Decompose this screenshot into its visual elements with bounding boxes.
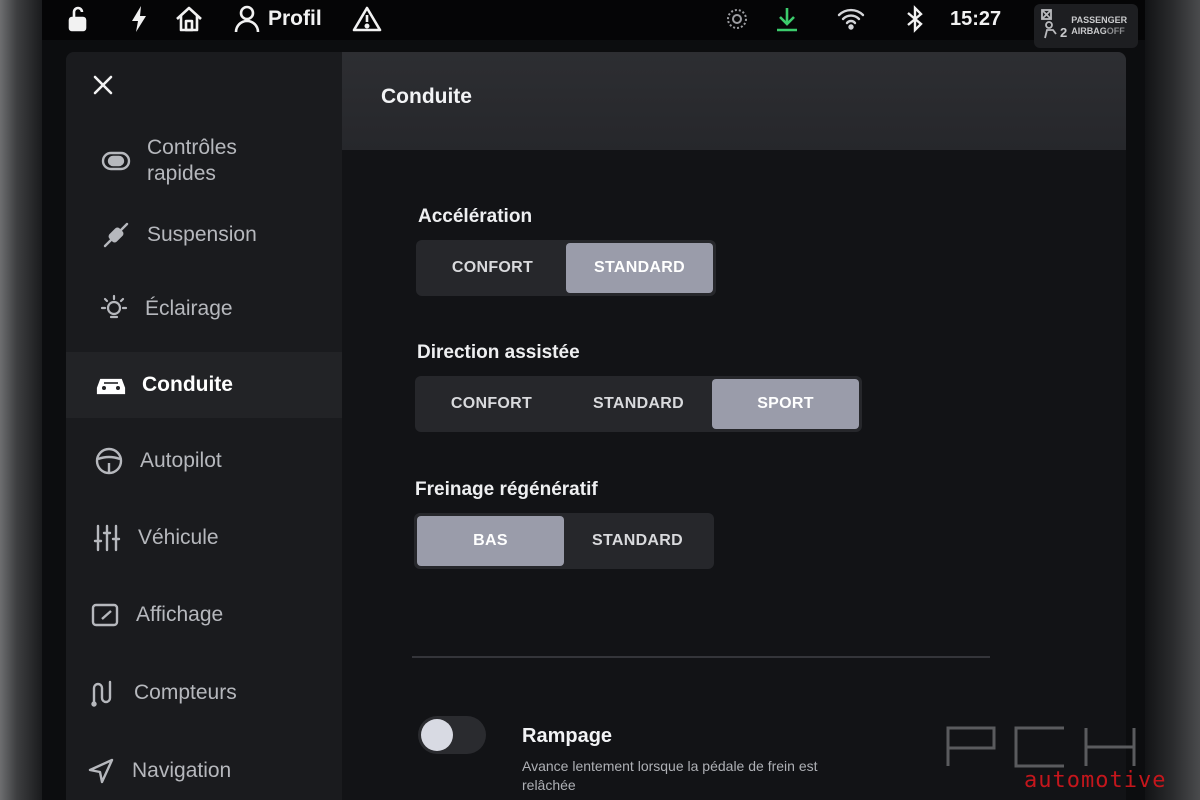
sidebar-item-label: Contrôles rapides <box>147 136 237 185</box>
lightning-icon[interactable] <box>128 0 150 38</box>
toggle-icon <box>98 143 134 179</box>
regen-option-standard[interactable]: STANDARD <box>564 516 711 566</box>
navigation-arrow-icon <box>83 753 119 789</box>
settings-window: Contrôles rapides Suspension Éclairage C… <box>66 52 1126 800</box>
watermark-letters-graphic <box>946 726 1136 768</box>
close-icon <box>92 74 114 101</box>
toggle-knob <box>421 719 453 751</box>
screen-bezel-left <box>0 0 42 800</box>
profile-button[interactable]: Profil <box>234 0 322 38</box>
acceleration-label: Accélération <box>418 206 533 227</box>
acceleration-selector: CONFORT STANDARD <box>416 240 716 296</box>
settings-panel: Conduite Accélération CONFORT STANDARD D… <box>342 52 1126 800</box>
settings-sidebar: Contrôles rapides Suspension Éclairage C… <box>66 52 342 800</box>
car-icon <box>93 367 129 403</box>
profile-label: Profil <box>268 7 322 30</box>
sidebar-item-controles-rapides[interactable]: Contrôles rapides <box>66 130 342 192</box>
status-bar: Profil 15:27 <box>42 0 1145 40</box>
passenger-airbag-indicator: 2 PASSENGER AIRBAGOFF <box>1034 4 1138 48</box>
close-button[interactable] <box>88 72 118 102</box>
regen-option-bas[interactable]: BAS <box>417 516 564 566</box>
airbag-line1: PASSENGER <box>1071 15 1128 25</box>
sidebar-item-label: Véhicule <box>138 526 219 549</box>
acceleration-option-confort[interactable]: CONFORT <box>419 243 566 293</box>
user-icon <box>234 5 260 33</box>
sidebar-item-label: Autopilot <box>140 449 222 472</box>
sidebar-item-vehicule[interactable]: Véhicule <box>66 519 342 557</box>
creep-title: Rampage <box>522 725 613 747</box>
bluetooth-icon[interactable] <box>904 0 926 38</box>
sidebar-item-suspension[interactable]: Suspension <box>66 216 342 254</box>
steering-option-standard[interactable]: STANDARD <box>565 379 712 429</box>
sidebar-item-label: Navigation <box>132 759 232 782</box>
lock-icon[interactable] <box>64 0 92 38</box>
download-icon[interactable] <box>774 0 800 38</box>
steering-selector: CONFORT STANDARD SPORT <box>415 376 862 432</box>
suspension-icon <box>98 217 134 253</box>
sidebar-item-compteurs[interactable]: Compteurs <box>66 674 342 712</box>
steering-option-confort[interactable]: CONFORT <box>418 379 565 429</box>
sidebar-item-label: Affichage <box>136 603 224 626</box>
regen-selector: BAS STANDARD <box>414 513 714 569</box>
creep-toggle[interactable] <box>418 716 486 754</box>
airbag-seat-number: 2 <box>1060 24 1068 40</box>
watermark-subtitle: automotive <box>1024 768 1167 793</box>
section-divider <box>412 656 990 658</box>
sidebar-item-label: Éclairage <box>145 297 233 320</box>
wifi-icon[interactable] <box>836 0 866 38</box>
sidebar-item-label: Compteurs <box>134 681 237 704</box>
steering-label: Direction assistée <box>417 342 580 363</box>
steering-option-sport[interactable]: SPORT <box>712 379 859 429</box>
sidebar-item-autopilot[interactable]: Autopilot <box>66 442 342 480</box>
sidebar-item-label: Conduite <box>142 373 233 396</box>
watermark-logo: automotive <box>944 724 1184 794</box>
sidebar-item-label: Suspension <box>147 223 257 246</box>
airbag-line2: AIRBAGOFF <box>1071 26 1125 36</box>
screen-bezel-right <box>1145 0 1200 800</box>
acceleration-option-standard[interactable]: STANDARD <box>566 243 713 293</box>
sidebar-item-eclairage[interactable]: Éclairage <box>66 290 342 328</box>
steering-wheel-icon <box>91 443 127 479</box>
light-bulb-icon <box>96 291 132 327</box>
airbag-text: PASSENGER AIRBAGOFF <box>1071 15 1127 37</box>
creep-description: Avance lentement lorsque la pédale de fr… <box>522 758 818 793</box>
page-title: Conduite <box>381 85 472 108</box>
home-icon[interactable] <box>174 0 204 38</box>
sliders-icon <box>89 520 125 556</box>
brightness-icon[interactable] <box>724 0 750 38</box>
display-icon <box>87 597 123 633</box>
sidebar-item-conduite[interactable]: Conduite <box>66 352 342 418</box>
warning-icon[interactable] <box>352 0 382 38</box>
trip-icon <box>85 675 121 711</box>
clock: 15:27 <box>950 7 1002 30</box>
sidebar-item-affichage[interactable]: Affichage <box>66 596 342 634</box>
panel-header: Conduite <box>342 52 1126 150</box>
regen-label: Freinage régénératif <box>415 479 598 500</box>
sidebar-item-navigation[interactable]: Navigation <box>66 752 342 790</box>
